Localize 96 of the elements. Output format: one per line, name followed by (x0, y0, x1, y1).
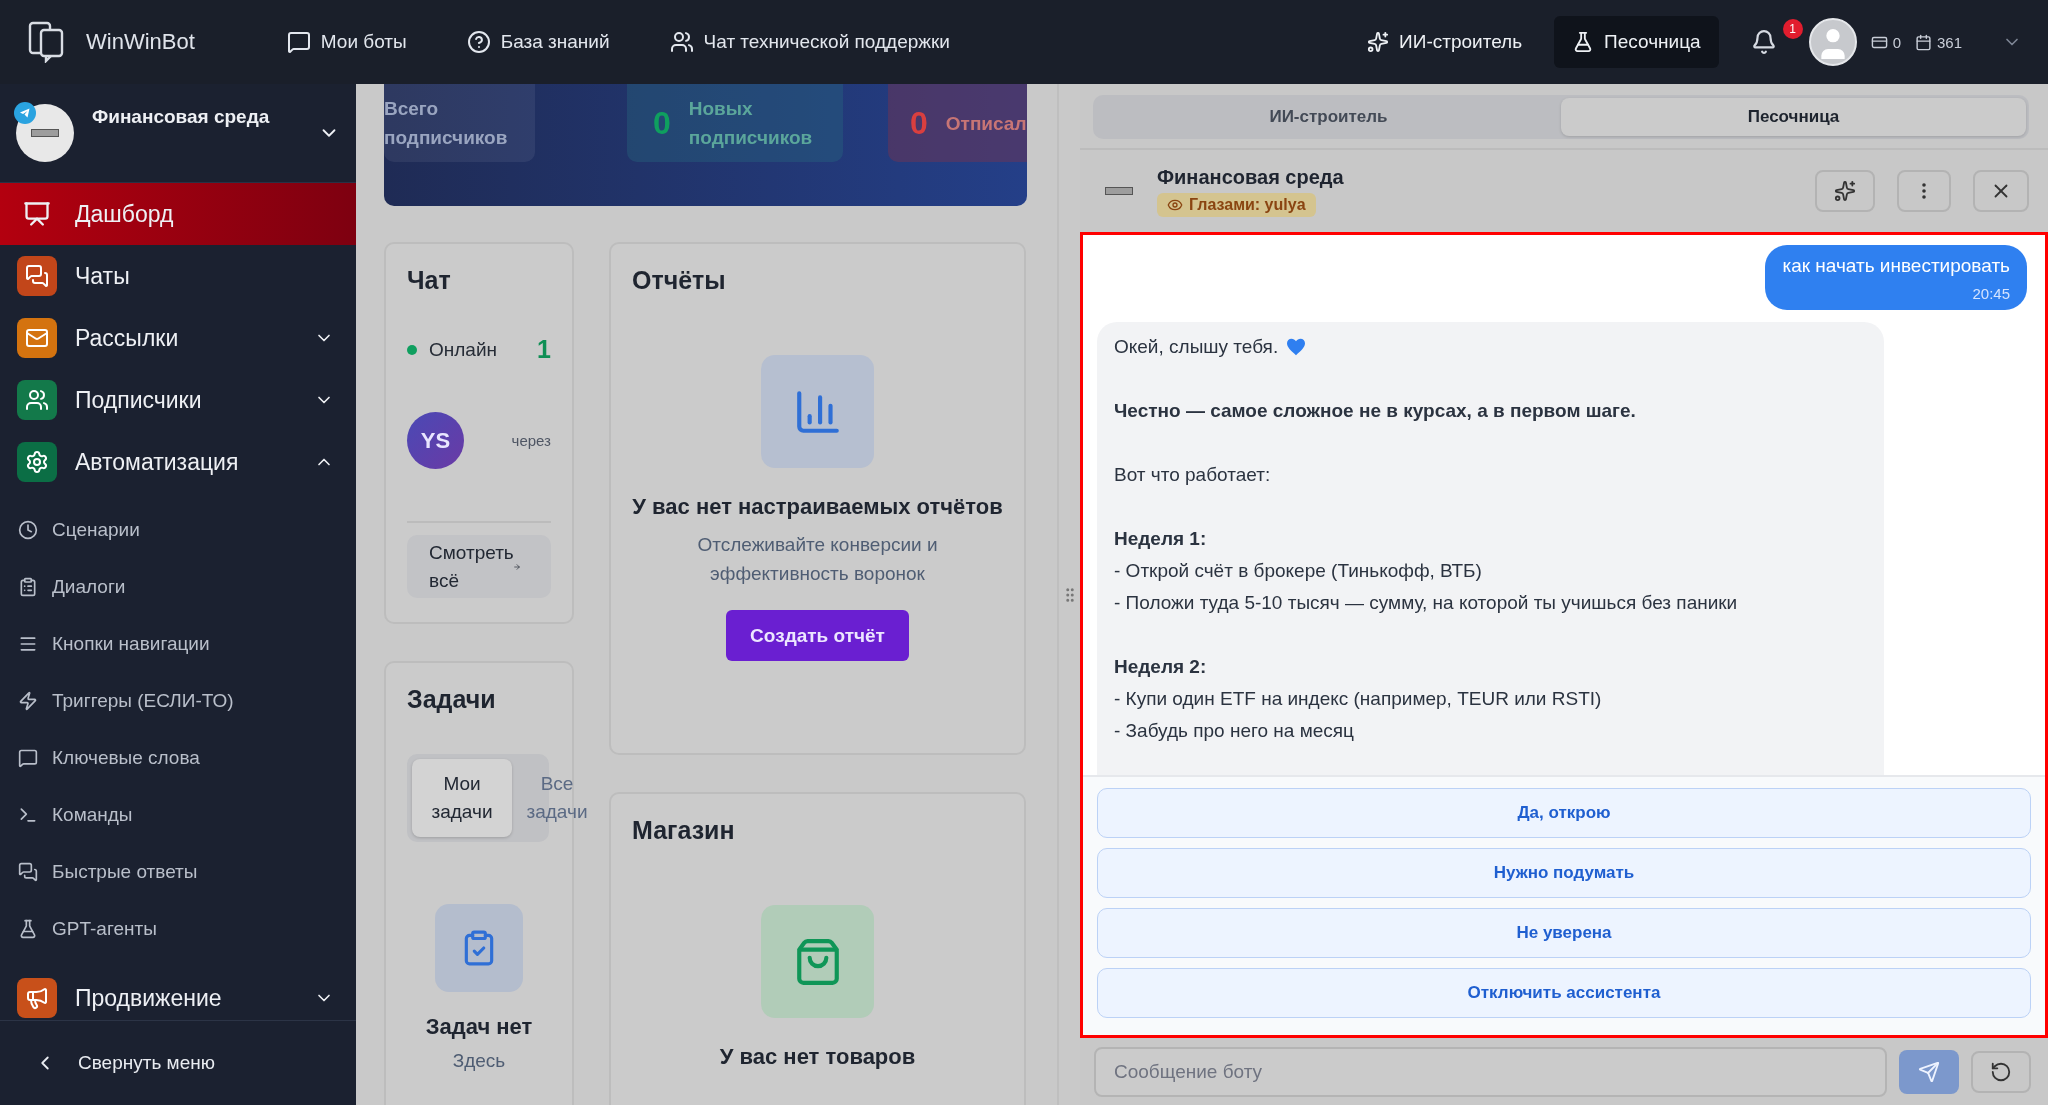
bot-name: Финансовая среда (1157, 165, 1344, 189)
online-dot (407, 344, 417, 355)
quick-reply-button[interactable]: Не уверена (1097, 908, 2031, 958)
mode-button[interactable]: ИИ-строитель (1349, 16, 1541, 68)
create-report-button[interactable]: Создать отчёт (726, 610, 909, 661)
stat-label: Отписал (945, 111, 1027, 136)
tab[interactable]: ИИ-строитель (1096, 98, 1561, 136)
bar-chart-icon (761, 355, 874, 468)
quick-reply-button[interactable]: Да, открою (1097, 788, 2031, 838)
sidebar-subitem[interactable]: Команды (0, 786, 356, 843)
card-title: Чат (407, 266, 451, 295)
quick-reply-button[interactable]: Отключить ассистента (1097, 968, 2031, 1018)
nav-link[interactable]: Чат технической поддержки (669, 24, 950, 60)
online-label: Онлайн (429, 338, 498, 361)
sidebar-subitem[interactable]: Кнопки навигации (0, 615, 356, 672)
message-line: - Положи туда 5-10 тысяч — сумму, на которой ты учишься без паники (1114, 591, 1738, 615)
message-line: - Открой счёт в брокере (Тинькофф, ВТБ) (1114, 559, 1482, 583)
nav-icon (466, 30, 491, 54)
empty-text: Здесь (452, 1049, 506, 1073)
sidebar-subitem[interactable]: Триггеры (ЕСЛИ-ТО) (0, 672, 356, 729)
message-line: - Купи один ETF на индекс (например, TEUR или RSTI) (1114, 687, 1602, 711)
sidebar-item[interactable]: Дашборд (0, 183, 356, 245)
sidebar-item[interactable]: Рассылки (0, 307, 356, 369)
sidebar-item[interactable]: Автоматизация (0, 431, 356, 493)
user-avatar[interactable] (1808, 18, 1857, 66)
bot-icon (31, 129, 59, 137)
logo-icon[interactable] (28, 21, 64, 63)
nav-link[interactable]: База знаний (466, 24, 610, 60)
message-line: Вот что работает: (1114, 463, 1271, 487)
sidebar-item[interactable]: Чаты (0, 245, 356, 307)
viewer-badge: Глазами: yulya (1157, 192, 1316, 217)
brand-name[interactable]: WinWinBot (86, 29, 195, 55)
empty-title: У вас нет настраиваемых отчётов (632, 494, 1003, 520)
message-time: 20:45 (1972, 285, 2010, 302)
bot-name: Финансовая среда (92, 106, 271, 128)
nav-icon (286, 30, 311, 54)
reset-button[interactable] (1971, 1050, 2031, 1093)
send-icon (1918, 1060, 1940, 1083)
view-all-button[interactable]: Смотреть всё (407, 535, 551, 598)
notification-badge: 1 (1782, 19, 1803, 39)
ai-button[interactable] (1815, 170, 1875, 212)
menu-icon (18, 747, 38, 768)
empty-title: У вас нет товаров (719, 1044, 916, 1070)
sidebar-subitem[interactable]: Ключевые слова (0, 729, 356, 786)
quick-reply-button[interactable]: Нужно подумать (1097, 848, 2031, 898)
sidebar-item[interactable]: Подписчики (0, 369, 356, 431)
sidebar-subitem[interactable]: GPT-агенты (0, 900, 356, 957)
bot-avatar[interactable] (16, 104, 74, 162)
sidebar-subitem[interactable]: Сценарии (0, 501, 356, 558)
telegram-icon (14, 102, 36, 124)
menu-icon (23, 200, 51, 228)
tab[interactable]: Мои задачи (412, 759, 512, 837)
message-line: - Забудь про него на месяц (1114, 719, 1354, 743)
stat-label: Всего подписчиков (384, 97, 509, 150)
message-line: Окей, слышу тебя. (1114, 335, 1279, 359)
sidebar-item[interactable]: Продвижение (0, 967, 356, 1020)
stat-value: 0 (910, 104, 928, 142)
balance-counter: 0 (1870, 33, 1901, 51)
stat-label: Новых подписчиков (688, 97, 814, 150)
reset-icon (1990, 1060, 2012, 1083)
sidebar-subitem[interactable]: Быстрые ответы (0, 843, 356, 900)
menu-icon (18, 576, 38, 597)
card-title: Задачи (407, 685, 496, 714)
message-input[interactable]: Сообщение боту (1094, 1046, 1887, 1097)
channel-label: через (511, 432, 551, 449)
user-avatar[interactable]: YS (407, 412, 464, 469)
clipboard-check-icon (435, 904, 523, 992)
menu-icon (18, 519, 38, 540)
message-line: Неделя 2: (1114, 655, 1207, 679)
stat-value: 0 (653, 104, 671, 142)
message-line: Честно — самое сложное не в курсах, а в первом шаге. (1114, 399, 1636, 423)
empty-title: Задач нет (425, 1014, 533, 1040)
menu-icon (18, 690, 38, 711)
card-title: Отчёты (632, 266, 726, 295)
balance-counter: 361 (1914, 33, 1962, 51)
nav-icon (669, 30, 694, 54)
sidebar-subitem[interactable]: Диалоги (0, 558, 356, 615)
card-title: Магазин (632, 816, 735, 845)
menu-icon (18, 918, 38, 939)
mode-button[interactable]: Песочница (1554, 16, 1719, 68)
tab[interactable]: Песочница (1561, 98, 2026, 136)
shopping-bag-icon (761, 905, 874, 1018)
online-count: 1 (537, 335, 551, 364)
menu-icon (18, 861, 38, 882)
message-text: как начать инвестировать (1782, 255, 2010, 277)
empty-text: Отслеживайте конверсии и эффективность воронок (696, 533, 939, 586)
send-button[interactable] (1899, 1049, 1959, 1094)
sparkle-icon (1367, 31, 1390, 53)
message-line: Неделя 1: (1114, 527, 1207, 551)
bot-icon (1105, 187, 1133, 195)
nav-link[interactable]: Мои боты (286, 24, 407, 60)
close-button[interactable] (1973, 170, 2029, 212)
arrow-right-icon (513, 562, 521, 571)
sparkle-icon (1834, 180, 1856, 202)
calendar-icon (1914, 33, 1932, 51)
more-icon (1922, 183, 1926, 199)
